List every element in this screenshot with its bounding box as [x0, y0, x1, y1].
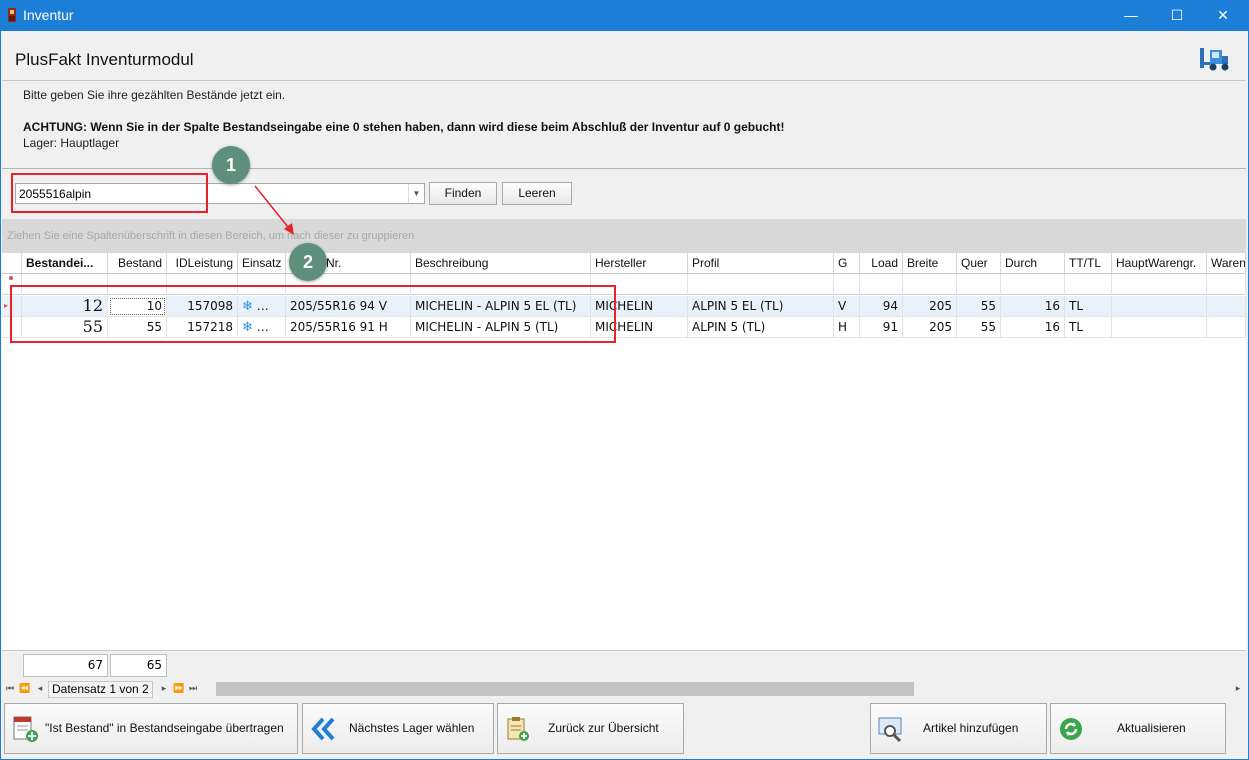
column-header-hauptwarengruppe[interactable]: HauptWarengr. — [1112, 253, 1207, 274]
cell-load[interactable]: 94 — [860, 296, 903, 317]
column-header-warengruppe[interactable]: Waren — [1207, 253, 1246, 274]
column-header-hersteller[interactable]: Hersteller — [591, 253, 688, 274]
filter-cell[interactable] — [1112, 274, 1207, 295]
chevron-down-icon[interactable]: ▼ — [408, 184, 424, 203]
maximize-button[interactable]: ☐ — [1154, 0, 1200, 31]
last-record-icon[interactable]: ⏭ — [188, 683, 198, 694]
cell-tttl[interactable]: TL — [1065, 317, 1112, 338]
cell-quer[interactable]: 55 — [957, 317, 1001, 338]
find-button[interactable]: Finden — [429, 182, 497, 205]
cell-breite[interactable]: 205 — [903, 317, 957, 338]
refresh-label: Aktualisieren — [1117, 721, 1186, 735]
back-overview-label: Zurück zur Übersicht — [548, 721, 659, 735]
cell-load[interactable]: 91 — [860, 317, 903, 338]
document-add-icon — [13, 716, 38, 742]
column-header-bestandseingabe[interactable]: Bestandei... — [22, 253, 108, 274]
filter-cell[interactable] — [834, 274, 860, 295]
lager-label: Lager: Hauptlager — [23, 136, 120, 150]
first-record-icon[interactable]: ⏮ — [5, 683, 15, 694]
filter-cell[interactable] — [1207, 274, 1246, 295]
app-icon — [8, 8, 16, 22]
warning-text: ACHTUNG: Wenn Sie in der Spalte Bestands… — [23, 120, 785, 134]
window-title: Inventur — [23, 7, 74, 23]
next-lager-label: Nächstes Lager wählen — [349, 721, 475, 735]
column-header-durch[interactable]: Durch — [1001, 253, 1065, 274]
column-header-g[interactable]: G — [834, 253, 860, 274]
clear-button[interactable]: Leeren — [502, 182, 572, 205]
cell-hauptwarengruppe[interactable] — [1112, 296, 1207, 317]
row-indicator-header — [2, 253, 22, 274]
page-title: PlusFakt Inventurmodul — [15, 50, 194, 69]
cell-warengruppe[interactable] — [1207, 317, 1246, 338]
section-divider — [2, 168, 1246, 169]
column-header-tttl[interactable]: TT/TL — [1065, 253, 1112, 274]
cell-breite[interactable]: 205 — [903, 296, 957, 317]
filter-cell[interactable] — [1065, 274, 1112, 295]
refresh-button[interactable]: Aktualisieren — [1050, 703, 1226, 754]
cell-quer[interactable]: 55 — [957, 296, 1001, 317]
annotation-badge-2: 2 — [289, 243, 327, 281]
footer-divider — [2, 650, 1246, 651]
next-page-icon[interactable]: ⏩ — [173, 683, 184, 694]
column-header-profil[interactable]: Profil — [688, 253, 834, 274]
search-article-icon — [878, 717, 902, 743]
minimize-button[interactable]: — — [1108, 0, 1154, 31]
cell-hauptwarengruppe[interactable] — [1112, 317, 1207, 338]
cell-profil[interactable]: ALPIN 5 (TL) — [688, 317, 834, 338]
filter-cell[interactable] — [903, 274, 957, 295]
total-bestand: 65 — [110, 654, 167, 677]
filter-cell[interactable] — [860, 274, 903, 295]
title-bar: Inventur — ☐ ✕ — [0, 0, 1249, 31]
horizontal-scrollbar[interactable] — [216, 682, 914, 696]
group-hint: Ziehen Sie eine Spaltenüberschrift in di… — [7, 230, 415, 242]
refresh-icon — [1060, 718, 1082, 740]
close-button[interactable]: ✕ — [1200, 0, 1246, 31]
column-header-quer[interactable]: Quer — [957, 253, 1001, 274]
previous-record-icon[interactable]: ◂ — [35, 683, 45, 694]
record-position: Datensatz 1 von 2 — [48, 681, 153, 698]
clipboard-icon — [507, 717, 529, 741]
next-record-icon[interactable]: ▸ — [159, 683, 169, 694]
back-overview-button[interactable]: Zurück zur Übersicht — [497, 703, 684, 754]
annotation-highlight-rows — [10, 285, 616, 343]
filter-cell[interactable] — [688, 274, 834, 295]
cell-warengruppe[interactable] — [1207, 296, 1246, 317]
scroll-right-icon[interactable]: ▸ — [1233, 683, 1243, 694]
double-chevron-left-icon — [311, 717, 335, 741]
previous-page-icon[interactable]: ⏪ — [19, 683, 30, 694]
cell-profil[interactable]: ALPIN 5 EL (TL) — [688, 296, 834, 317]
filter-cell[interactable] — [1001, 274, 1065, 295]
cell-g[interactable]: V — [834, 296, 860, 317]
next-lager-button[interactable]: Nächstes Lager wählen — [302, 703, 494, 754]
annotation-badge-1: 1 — [212, 146, 250, 184]
column-header-bestand[interactable]: Bestand — [108, 253, 167, 274]
column-header-load[interactable]: Load — [860, 253, 903, 274]
filter-cell[interactable] — [957, 274, 1001, 295]
annotation-highlight-search — [11, 173, 208, 213]
header-divider — [2, 80, 1246, 81]
add-article-button[interactable]: Artikel hinzufügen — [870, 703, 1047, 754]
transfer-stock-button[interactable]: "Ist Bestand" in Bestandseingabe übertra… — [4, 703, 298, 754]
annotation-arrow — [254, 185, 294, 235]
cell-durch[interactable]: 16 — [1001, 296, 1065, 317]
transfer-stock-label: "Ist Bestand" in Bestandseingabe übertra… — [45, 721, 284, 735]
cell-tttl[interactable]: TL — [1065, 296, 1112, 317]
column-header-beschreibung[interactable]: Beschreibung — [411, 253, 591, 274]
total-bestandseingabe: 67 — [23, 654, 108, 677]
column-header-idleistung[interactable]: IDLeistung — [167, 253, 238, 274]
info-text: Bitte geben Sie ihre gezählten Bestände … — [23, 88, 286, 102]
column-header-breite[interactable]: Breite — [903, 253, 957, 274]
cell-durch[interactable]: 16 — [1001, 317, 1065, 338]
column-header-einsatz[interactable]: Einsatz — [238, 253, 286, 274]
forklift-icon — [1200, 48, 1229, 71]
cell-g[interactable]: H — [834, 317, 860, 338]
add-article-label: Artikel hinzufügen — [923, 721, 1019, 735]
